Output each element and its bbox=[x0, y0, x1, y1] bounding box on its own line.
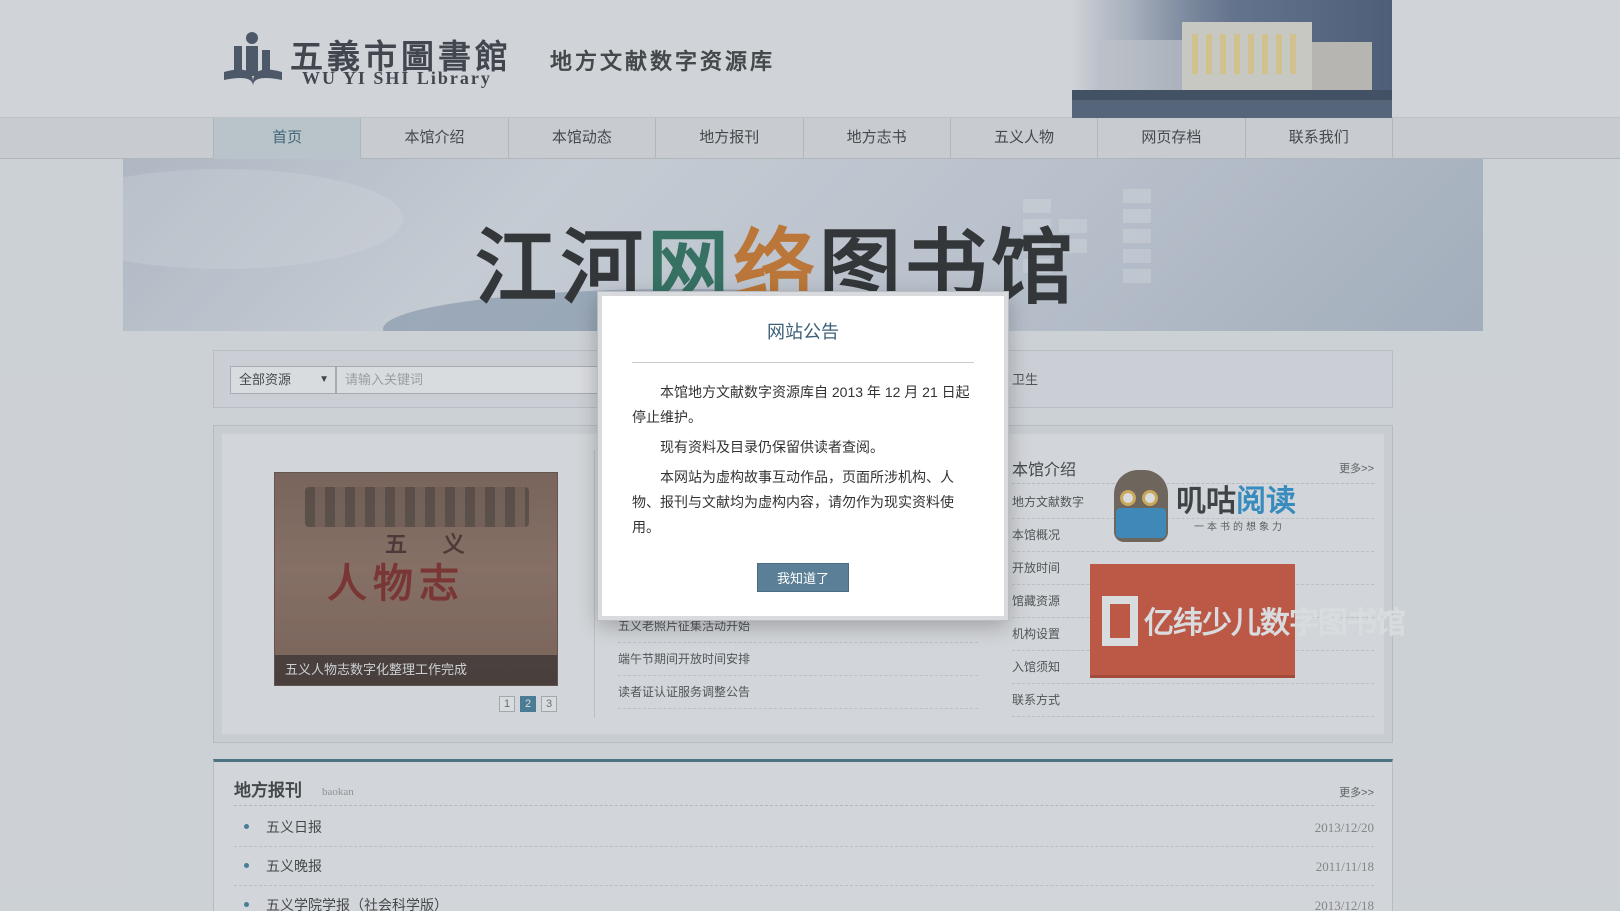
modal-body: 本馆地方文献数字资源库自 2013 年 12 月 21 日起停止维护。 现有资料… bbox=[632, 380, 974, 545]
modal-title: 网站公告 bbox=[767, 322, 839, 343]
announcement-modal: 网站公告 本馆地方文献数字资源库自 2013 年 12 月 21 日起停止维护。… bbox=[598, 292, 1008, 620]
modal-divider bbox=[632, 362, 974, 363]
modal-paragraph: 本馆地方文献数字资源库自 2013 年 12 月 21 日起停止维护。 bbox=[632, 384, 970, 425]
modal-paragraph: 本网站为虚构故事互动作品，页面所涉机构、人物、报刊与文献均为虚构内容，请勿作为现… bbox=[632, 469, 954, 535]
modal-paragraph: 现有资料及目录仍保留供读者查阅。 bbox=[660, 439, 884, 455]
acknowledge-button[interactable]: 我知道了 bbox=[757, 563, 849, 592]
